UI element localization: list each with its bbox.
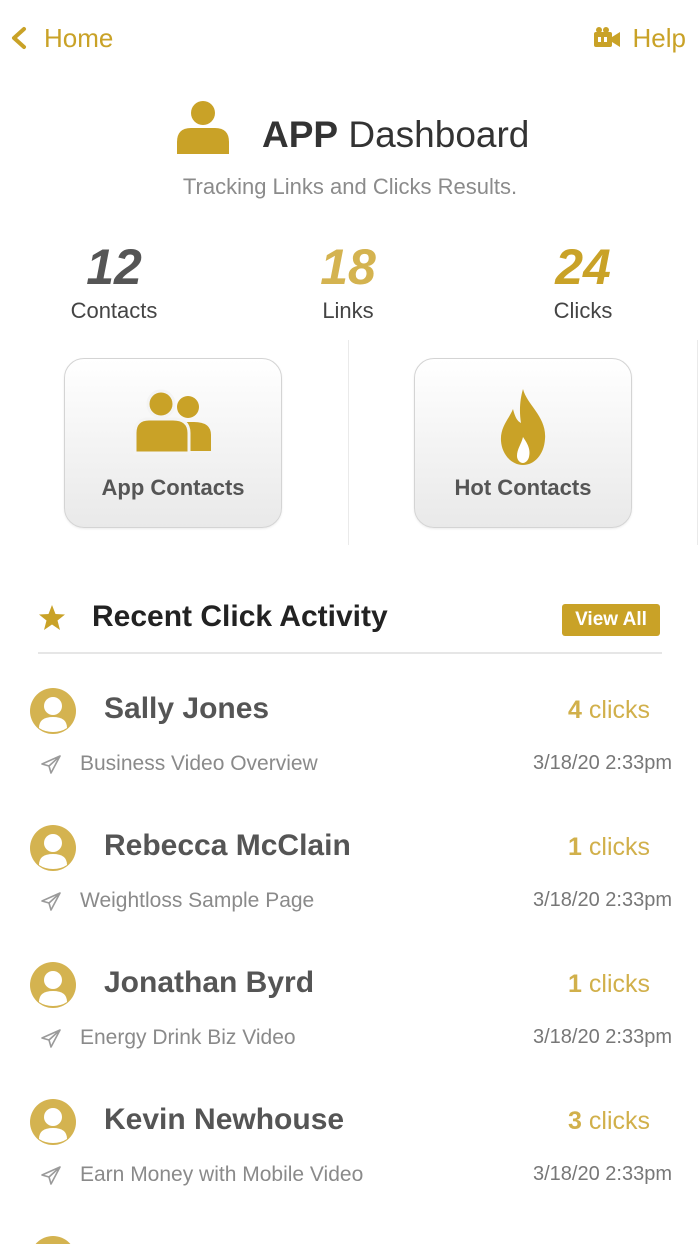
dashboard-page: Home Help APP Dashboard Tracking Links a… [0, 0, 700, 1244]
click-date: 3/18/20 2:33pm [533, 752, 672, 774]
tiles-row: App Contacts Hot Contacts [0, 340, 700, 545]
stats-row: 12 Contacts 18 Links 24 Clicks [0, 240, 700, 330]
home-label: Home [44, 22, 114, 53]
paper-plane-icon [41, 1029, 61, 1048]
contact-name: Rebecca McClain [104, 829, 351, 862]
contact-name: Sally Jones [104, 692, 270, 725]
click-date: 3/18/20 2:33pm [533, 889, 672, 911]
stat-links-value: 18 [320, 239, 376, 295]
flame-icon [500, 389, 546, 465]
avatar-icon [30, 688, 76, 734]
click-count-suffix: clicks [588, 970, 650, 998]
activity-item[interactable]: Rebecca McClain 1 clicks Weightloss Samp… [0, 825, 700, 961]
click-date: 3/18/20 2:33pm [533, 1163, 672, 1185]
page-title-rest: Dashboard [348, 114, 530, 155]
link-name: Business Video Overview [80, 752, 318, 775]
stat-contacts: 12 Contacts [24, 240, 204, 324]
paper-plane-icon [41, 1166, 61, 1185]
click-count-number: 1 [568, 970, 582, 998]
stat-contacts-label: Contacts [70, 298, 158, 323]
app-contacts-button[interactable]: App Contacts [64, 358, 282, 528]
avatar-icon [35, 1236, 71, 1244]
avatar-icon [30, 825, 76, 871]
avatar-icon [30, 1099, 76, 1145]
page-title: APP Dashboard [262, 114, 529, 156]
paper-plane-icon [41, 755, 61, 774]
click-count: 3 clicks [568, 1107, 650, 1136]
help-label: Help [632, 22, 686, 53]
chevron-left-icon [12, 27, 26, 49]
tile-divider-right [697, 340, 698, 545]
click-count-number: 4 [568, 696, 582, 724]
click-count: 1 clicks [568, 833, 650, 862]
click-count-number: 3 [568, 1107, 582, 1135]
recent-activity-title: Recent Click Activity [92, 600, 388, 633]
link-name: Weightloss Sample Page [80, 889, 315, 912]
top-bar: Home Help [0, 0, 700, 76]
link-name: Earn Money with Mobile Video [80, 1163, 364, 1186]
avatar-icon [30, 962, 76, 1008]
contact-name: Kevin Newhouse [104, 1103, 345, 1136]
stat-clicks: 24 Clicks [493, 240, 673, 324]
click-count: 4 clicks [568, 696, 650, 725]
stat-clicks-value: 24 [555, 239, 611, 295]
stat-links-label: Links [322, 298, 374, 323]
contact-name: Jonathan Byrd [104, 966, 315, 999]
click-date: 3/18/20 2:33pm [533, 1026, 672, 1048]
recent-activity-header: Recent Click Activity View All [38, 596, 662, 654]
page-subtitle: Tracking Links and Clicks Results. [182, 174, 518, 199]
tile-divider [348, 340, 349, 545]
stat-clicks-label: Clicks [553, 298, 613, 323]
help-button[interactable]: Help [593, 20, 686, 56]
paper-plane-icon [41, 892, 61, 911]
users-icon [133, 389, 211, 455]
user-icon [177, 101, 229, 154]
video-camera-icon [593, 27, 620, 47]
activity-item[interactable]: Sally Jones 4 clicks Business Video Over… [0, 688, 700, 824]
stat-contacts-value: 12 [86, 239, 142, 295]
link-name: Energy Drink Biz Video [80, 1026, 296, 1049]
activity-item[interactable]: Kevin Newhouse 3 clicks Earn Money with … [0, 1099, 700, 1235]
click-count: 1 clicks [568, 970, 650, 999]
dashboard-header: APP Dashboard Tracking Links and Clicks … [0, 96, 700, 206]
click-count-suffix: clicks [588, 696, 650, 724]
stat-links: 18 Links [258, 240, 438, 324]
hot-contacts-label: Hot Contacts [454, 475, 592, 500]
app-contacts-label: App Contacts [101, 475, 245, 500]
hot-contacts-button[interactable]: Hot Contacts [414, 358, 632, 528]
click-count-number: 1 [568, 833, 582, 861]
view-all-button[interactable]: View All [562, 604, 660, 636]
activity-item[interactable]: Jonathan Byrd 1 clicks Energy Drink Biz … [0, 962, 700, 1098]
home-back-button[interactable]: Home [8, 20, 113, 56]
click-count-suffix: clicks [588, 833, 650, 861]
click-count-suffix: clicks [588, 1107, 650, 1135]
page-title-bold: APP [262, 114, 339, 155]
star-icon [39, 605, 65, 630]
